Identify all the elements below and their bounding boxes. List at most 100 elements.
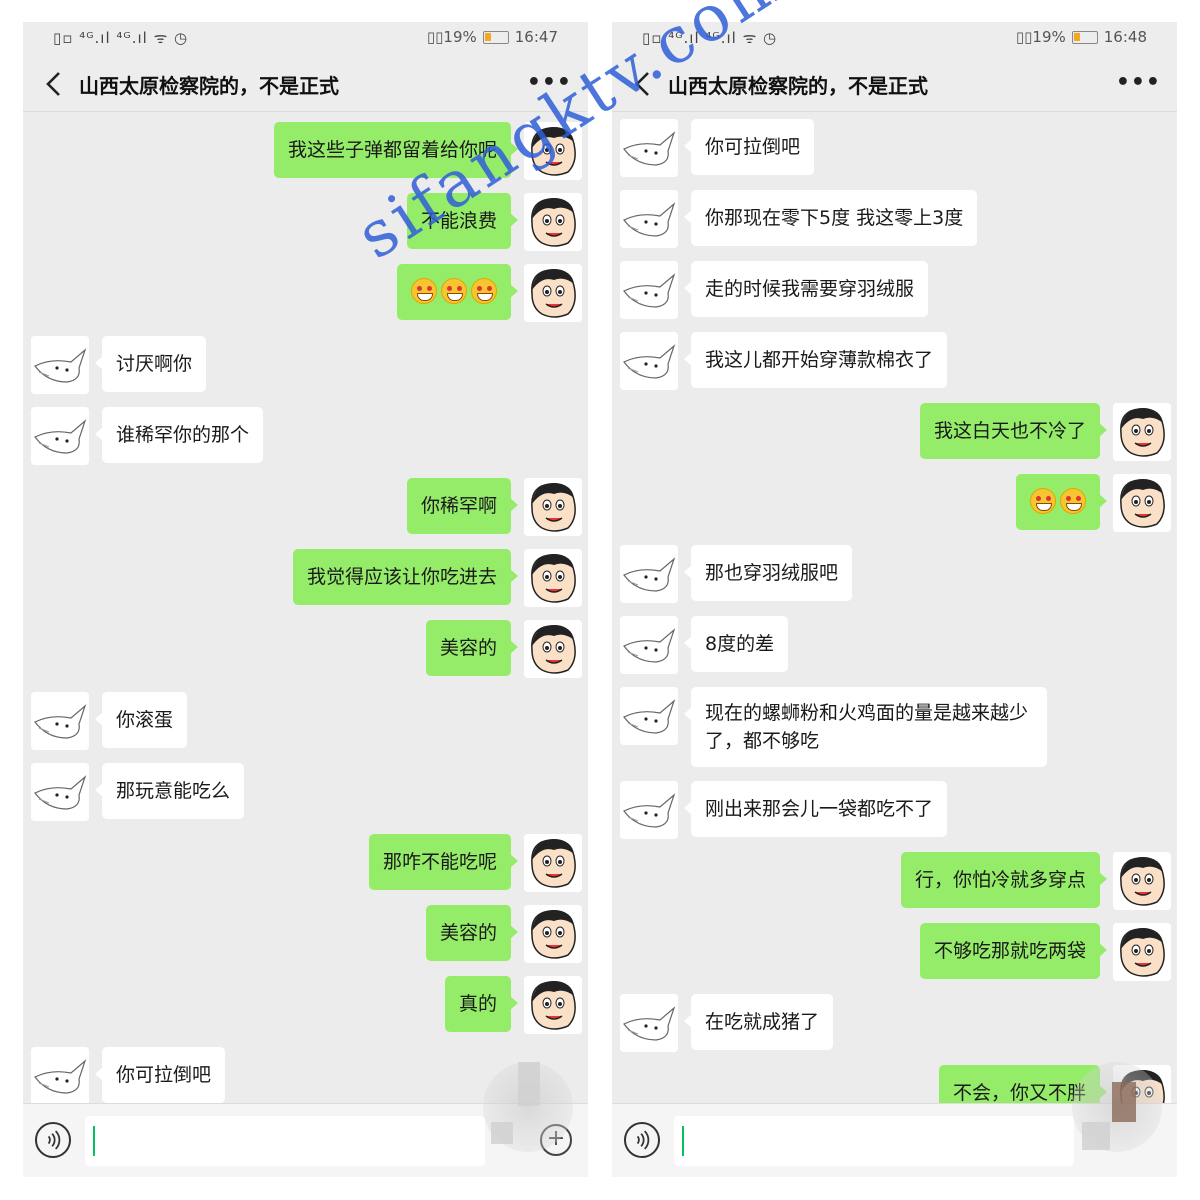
message-text: 在吃就成猪了 (705, 1011, 820, 1033)
message-row-received: 讨厌啊你 (23, 333, 588, 394)
message-bubble[interactable]: 那玩意能吃么 (94, 763, 245, 819)
message-bubble[interactable]: 你滚蛋 (94, 692, 188, 748)
message-bubble[interactable]: 刚出来那会儿一袋都吃不了 (683, 781, 948, 837)
message-bubble[interactable]: 不够吃那就吃两袋 (919, 923, 1108, 979)
my-avatar[interactable] (524, 549, 582, 607)
my-avatar[interactable] (1113, 923, 1171, 981)
message-bubble[interactable]: 你那现在零下5度 我这零上3度 (683, 190, 978, 246)
message-bubble[interactable]: 你稀罕啊 (406, 478, 519, 534)
my-avatar[interactable] (524, 905, 582, 963)
message-bubble[interactable]: 讨厌啊你 (94, 336, 207, 392)
message-text: 那咋不能吃呢 (382, 851, 497, 873)
message-bubble[interactable]: 美容的 (425, 905, 519, 961)
my-avatar[interactable] (1113, 852, 1171, 910)
my-avatar[interactable] (524, 834, 582, 892)
contact-avatar[interactable] (31, 336, 89, 394)
contact-avatar[interactable] (620, 261, 678, 319)
contact-avatar[interactable] (31, 1047, 89, 1103)
mosaic-block (1112, 1082, 1136, 1122)
message-text: 走的时候我需要穿羽绒服 (705, 278, 915, 300)
message-input[interactable] (85, 1116, 485, 1166)
contact-avatar[interactable] (620, 687, 678, 745)
my-avatar[interactable] (1113, 474, 1171, 532)
message-bubble[interactable]: 我这白天也不冷了 (919, 403, 1108, 459)
voice-icon[interactable] (624, 1122, 660, 1158)
message-bubble[interactable]: 我这些子弹都留着给你呢 (273, 122, 519, 178)
message-bubble[interactable]: 现在的螺蛳粉和火鸡面的量是越来越少了，都不够吃 (684, 687, 1047, 767)
message-row-sent: 我这些子弹都留着给你呢 (23, 119, 588, 180)
message-list: 我这些子弹都留着给你呢不能浪费讨厌啊你谁稀罕你的那个你稀罕啊我觉得应该让你吃进去… (23, 113, 588, 1103)
contact-avatar[interactable] (620, 994, 678, 1052)
message-row-received: 8度的差 (612, 613, 1177, 674)
my-avatar[interactable] (524, 122, 582, 180)
message-bubble[interactable]: 你可拉倒吧 (683, 119, 815, 175)
text-caret (682, 1126, 684, 1156)
message-row-sent: 美容的 (23, 617, 588, 678)
message-text: 你稀罕啊 (420, 495, 497, 517)
message-row-sent (23, 261, 588, 322)
message-row-received: 那也穿羽绒服吧 (612, 542, 1177, 603)
my-avatar[interactable] (524, 193, 582, 251)
more-icon[interactable]: ••• (1116, 70, 1161, 95)
message-text: 美容的 (439, 922, 497, 944)
contact-avatar[interactable] (620, 545, 678, 603)
contact-avatar[interactable] (620, 781, 678, 839)
message-bubble[interactable]: 我这儿都开始穿薄款棉衣了 (683, 332, 948, 388)
message-bubble[interactable]: 8度的差 (683, 616, 789, 672)
message-text: 不会，你又不胖 (952, 1082, 1086, 1103)
message-bubble[interactable] (1016, 474, 1107, 530)
chat-title: 山西太原检察院的，不是正式 (79, 74, 339, 98)
battery-icon (482, 30, 509, 44)
message-text: 美容的 (439, 637, 497, 659)
signal-indicators: ▯▫ ⁴ᴳ.ıl ⁴ᴳ.ıl ᯤ ◷ (53, 29, 189, 47)
grin-emoji-icon (411, 278, 437, 304)
contact-avatar[interactable] (31, 763, 89, 821)
message-bubble[interactable]: 真的 (444, 976, 519, 1032)
message-bubble[interactable]: 行，你怕冷就多穿点 (900, 852, 1108, 908)
message-text: 不能浪费 (420, 210, 497, 232)
message-bubble[interactable]: 那也穿羽绒服吧 (683, 545, 853, 601)
more-icon[interactable]: ••• (527, 70, 572, 95)
status-bar: ▯▫ ⁴ᴳ.ıl ⁴ᴳ.ıl ᯤ ◷ ▯▯19% 16:48 (612, 22, 1177, 54)
my-avatar[interactable] (524, 478, 582, 536)
clock: 16:47 (514, 28, 558, 46)
back-icon[interactable] (632, 70, 656, 98)
message-row-received: 你滚蛋 (23, 689, 588, 750)
message-bubble[interactable]: 谁稀罕你的那个 (94, 407, 264, 463)
message-bubble[interactable]: 不能浪费 (406, 193, 519, 249)
status-right: ▯▯19% 16:48 (1016, 28, 1147, 46)
my-avatar[interactable] (1113, 403, 1171, 461)
emoji-group (1030, 488, 1086, 514)
clock: 16:48 (1103, 28, 1147, 46)
message-bubble[interactable]: 在吃就成猪了 (683, 994, 834, 1050)
message-bubble[interactable]: 我觉得应该让你吃进去 (292, 549, 519, 605)
contact-avatar[interactable] (31, 692, 89, 750)
battery-percent: ▯▯19% (1015, 28, 1066, 46)
message-row-sent: 真的 (23, 973, 588, 1034)
my-avatar[interactable] (524, 976, 582, 1034)
message-input[interactable] (674, 1116, 1074, 1166)
message-text: 那也穿羽绒服吧 (705, 562, 839, 584)
voice-icon[interactable] (35, 1122, 71, 1158)
message-bubble[interactable]: 你可拉倒吧 (94, 1047, 226, 1103)
message-bubble[interactable] (397, 264, 518, 320)
message-bubble[interactable]: 走的时候我需要穿羽绒服 (683, 261, 929, 317)
contact-avatar[interactable] (620, 190, 678, 248)
message-text: 不够吃那就吃两袋 (933, 940, 1086, 962)
message-row-received: 你那现在零下5度 我这零上3度 (612, 187, 1177, 248)
message-row-sent: 你稀罕啊 (23, 475, 588, 536)
my-avatar[interactable] (524, 620, 582, 678)
contact-avatar[interactable] (620, 616, 678, 674)
message-text: 你可拉倒吧 (705, 136, 801, 158)
my-avatar[interactable] (524, 264, 582, 322)
contact-avatar[interactable] (31, 407, 89, 465)
message-row-received: 那玩意能吃么 (23, 760, 588, 821)
message-bubble[interactable]: 美容的 (425, 620, 519, 676)
grin-emoji-icon (471, 278, 497, 304)
contact-avatar[interactable] (620, 119, 678, 177)
message-row-sent: 行，你怕冷就多穿点 (612, 849, 1177, 910)
back-icon[interactable] (43, 70, 67, 98)
message-text: 你滚蛋 (116, 709, 174, 731)
contact-avatar[interactable] (620, 332, 678, 390)
message-bubble[interactable]: 那咋不能吃呢 (368, 834, 519, 890)
